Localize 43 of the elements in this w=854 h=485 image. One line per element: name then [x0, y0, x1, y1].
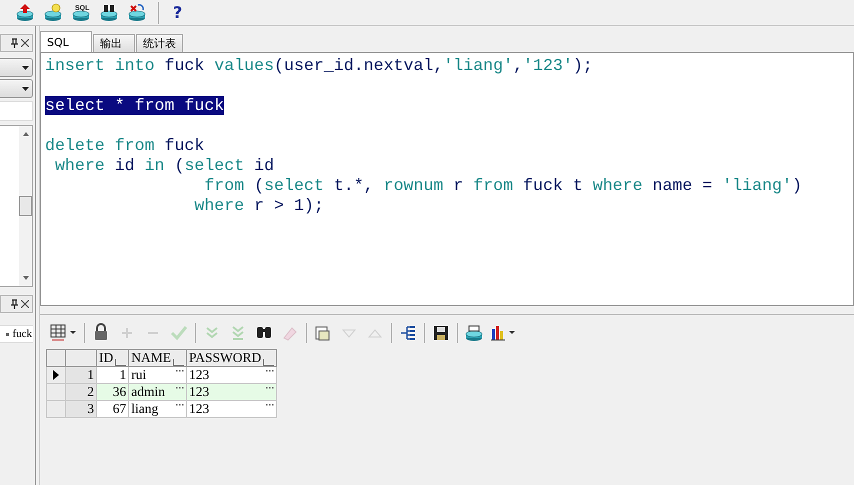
table-cell: liang	[131, 401, 158, 417]
table-cell: 123	[189, 384, 210, 400]
filter-icon[interactable]	[173, 359, 184, 366]
table-cell: 123	[189, 367, 210, 383]
caret-icon	[22, 66, 29, 70]
table-cell: 36	[96, 384, 129, 400]
row-number: 3	[66, 400, 96, 418]
code-line: from (select t.*, rownum r from fuck t where name = 'liang')	[203, 176, 802, 195]
tab[interactable]: 输出	[93, 34, 135, 52]
code-line: delete from fuck	[45, 136, 204, 155]
tab[interactable]: SQL	[40, 31, 92, 52]
table-cell: 67	[96, 400, 129, 418]
table-cell: rui	[131, 367, 146, 383]
filter-icon[interactable]	[263, 359, 274, 366]
filter-icon[interactable]	[115, 359, 126, 366]
row-number: 2	[66, 384, 96, 400]
scroll-up-icon[interactable]	[22, 132, 28, 136]
dropdown[interactable]	[0, 79, 33, 98]
dropdown[interactable]	[0, 58, 33, 77]
caret-icon	[22, 86, 29, 90]
help-button[interactable]: ?	[167, 3, 188, 22]
row-number: 1	[66, 366, 96, 384]
close-icon[interactable]	[21, 39, 29, 47]
input-field[interactable]	[0, 101, 33, 121]
bullet-icon	[6, 332, 10, 336]
pin-icon[interactable]	[11, 299, 18, 309]
code-line: where r > 1);	[193, 196, 324, 215]
row-indicator[interactable]	[46, 366, 66, 384]
database-icon[interactable]	[464, 323, 484, 343]
scroll-thumb[interactable]	[19, 196, 32, 216]
pin-icon[interactable]	[11, 38, 18, 48]
scroll-down-icon[interactable]	[22, 276, 28, 280]
code-line: where id in (select id	[54, 156, 274, 175]
tab[interactable]: 统计表	[136, 34, 183, 52]
table-cell: 123	[189, 401, 210, 417]
sql-editor[interactable]: insert into fuck values(user_id.nextval,'liang','123'); select * from fuck delete from fuck where id in (select id from (select t.*, rownum r from fuck t where name = 'liang') where r > 1);	[40, 52, 854, 306]
close-icon[interactable]	[21, 300, 29, 308]
grid-icon[interactable]	[50, 323, 78, 343]
scrollbar[interactable]	[19, 126, 32, 286]
table-cell: admin	[131, 384, 165, 400]
tree-icon[interactable]	[398, 323, 418, 343]
code-line: insert into fuck values(user_id.nextval,'liang','123');	[45, 56, 593, 75]
bar-chart-icon[interactable]	[490, 323, 518, 343]
